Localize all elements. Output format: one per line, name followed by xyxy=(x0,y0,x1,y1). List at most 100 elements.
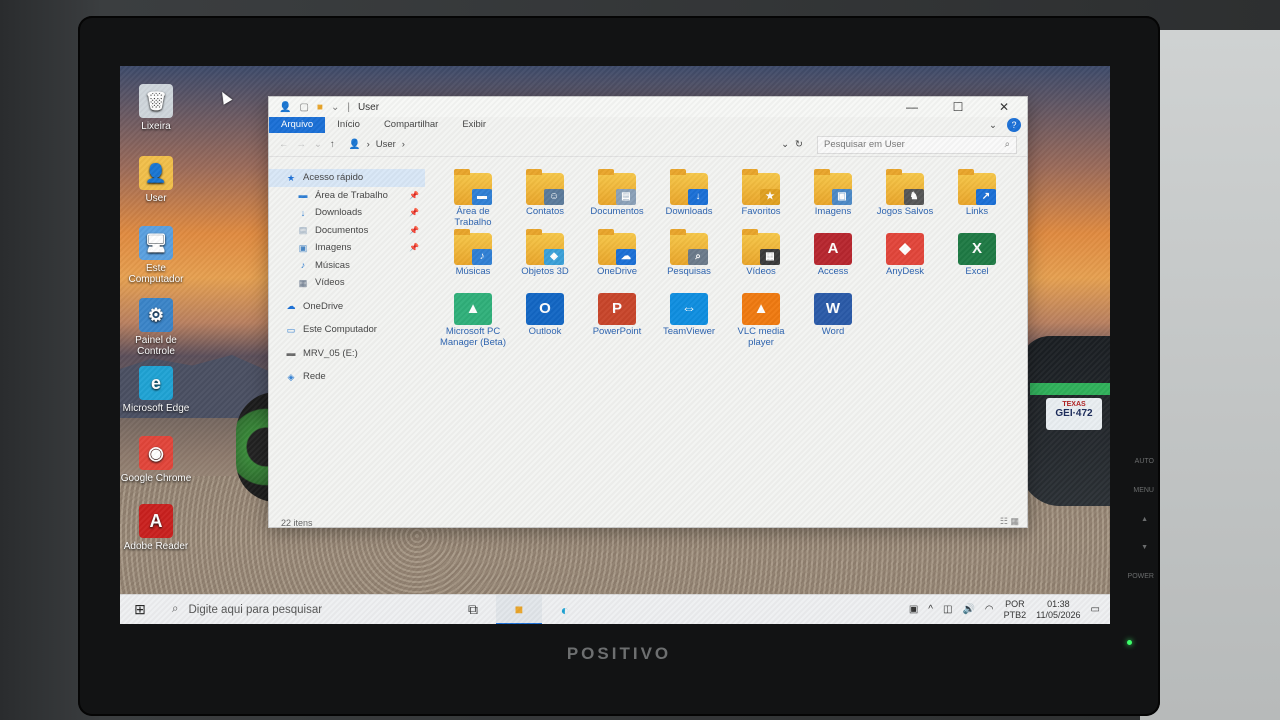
item-music-folder[interactable]: ♪ Músicas xyxy=(437,229,509,293)
forward-icon[interactable]: → xyxy=(297,139,307,150)
item-label: Excel xyxy=(965,266,989,277)
breadcrumb-user[interactable]: User xyxy=(376,139,396,150)
item-videos-folder[interactable]: ▦ Vídeos xyxy=(725,229,797,293)
title-bar[interactable]: 👤 ▢ ■ ⌄ | User — ☐ ✕ xyxy=(269,97,1027,117)
item-links-folder[interactable]: ↗ Links xyxy=(941,169,1013,233)
meet-now-icon[interactable]: ◫ xyxy=(943,604,952,615)
taskbar-edge[interactable]: ◐ xyxy=(542,595,588,625)
item-favorites-folder[interactable]: ★ Favoritos xyxy=(725,169,797,233)
nav-item-images[interactable]: ▣ Imagens 📌 xyxy=(269,239,425,257)
refresh-icon[interactable]: ↻ xyxy=(795,139,803,150)
nav-item-documents[interactable]: ▤ Documentos 📌 xyxy=(269,222,425,240)
item-label: AnyDesk xyxy=(885,266,924,277)
item-searches-folder[interactable]: ⌕ Pesquisas xyxy=(653,229,725,293)
monitor-button-power[interactable]: POWER xyxy=(1128,573,1154,580)
nav-item-desktop[interactable]: ▬ Área de Trabalho 📌 xyxy=(269,187,425,205)
nav-item-videos[interactable]: ▦ Vídeos xyxy=(269,274,425,292)
address-bar[interactable]: 👤 › User › ⌄ ↻ xyxy=(343,136,809,154)
notifications-icon[interactable]: ▭ xyxy=(1091,604,1100,615)
taskbar-search-input[interactable]: Digite aqui para pesquisar xyxy=(188,604,322,616)
wifi-icon[interactable]: ◠ xyxy=(985,604,994,615)
input-language[interactable]: POR PTB2 xyxy=(1004,599,1027,621)
minimize-button[interactable]: — xyxy=(889,97,935,117)
item-teamviewer[interactable]: ⇔ TeamViewer xyxy=(653,293,725,353)
new-folder-icon[interactable]: ■ xyxy=(317,102,323,113)
expand-ribbon-icon[interactable]: ⌄ xyxy=(989,120,997,131)
pc-manager-tray-icon[interactable]: ▣ xyxy=(909,604,918,615)
items-grid: ▬ Área de Trabalho ☺ Contatos ▤ Documentos ↓ Do… xyxy=(437,169,1027,353)
taskbar-file-explorer[interactable]: ■ xyxy=(496,594,542,624)
tab-compartilhar[interactable]: Compartilhar xyxy=(372,117,450,133)
show-hidden-icons[interactable]: ^ xyxy=(928,604,933,615)
volume-icon[interactable]: 🔊 xyxy=(962,604,974,615)
desktop-icon-label: User xyxy=(145,193,167,204)
chevron-down-icon[interactable]: ⌄ xyxy=(331,102,339,113)
up-icon[interactable]: ↑ xyxy=(330,139,335,150)
drive-icon: ▬ xyxy=(286,348,296,359)
item-excel[interactable]: X Excel xyxy=(941,233,1013,293)
nav-item-network[interactable]: ◈ Rede xyxy=(269,368,425,386)
item-vlc[interactable]: ▲ VLC media player xyxy=(725,293,797,353)
user-icon: 👤 xyxy=(279,101,292,113)
nav-item-drive[interactable]: ▬ MRV_05 (E:) xyxy=(269,345,425,363)
monitor-button-up[interactable]: ▲ xyxy=(1141,516,1148,523)
tab-arquivo[interactable]: Arquivo xyxy=(269,117,326,133)
mouse-cursor xyxy=(217,89,233,105)
maximize-button[interactable]: ☐ xyxy=(935,97,981,117)
properties-icon[interactable]: ▢ xyxy=(299,102,308,113)
item-label: Favoritos xyxy=(741,206,781,217)
item-powerpoint[interactable]: P PowerPoint xyxy=(581,293,653,353)
desktop-icon-label: Google Chrome xyxy=(120,473,192,484)
nav-item-label: Músicas xyxy=(315,259,350,271)
folder-badge-icon: ↗ xyxy=(976,189,996,205)
desktop-icon-edge[interactable]: e Microsoft Edge xyxy=(120,366,192,414)
monitor-button-menu[interactable]: MENU xyxy=(1133,487,1154,494)
desktop-icon-recycle-bin[interactable]: 🗑 Lixeira xyxy=(120,84,192,132)
folder-badge-icon: ▬ xyxy=(472,189,492,205)
item-outlook[interactable]: O Outlook xyxy=(509,293,581,353)
status-item-count: 22 itens xyxy=(281,518,313,528)
help-button[interactable]: ? xyxy=(1007,118,1021,132)
nav-item-onedrive[interactable]: ☁ OneDrive xyxy=(269,298,425,316)
recent-locations-icon[interactable]: ⌄ xyxy=(314,139,322,150)
item-access[interactable]: A Access xyxy=(797,233,869,293)
desktop-icon-user-folder[interactable]: 👤 User xyxy=(120,156,192,204)
music-icon: ♪ xyxy=(300,260,306,271)
monitor-button-down[interactable]: ▼ xyxy=(1141,544,1148,551)
search-icon: ⌕ xyxy=(1004,139,1010,150)
close-button[interactable]: ✕ xyxy=(981,97,1027,117)
task-view-button[interactable]: ⧉ xyxy=(450,595,496,625)
address-dropdown-icon[interactable]: ⌄ xyxy=(781,139,789,150)
tab-exibir[interactable]: Exibir xyxy=(450,117,498,133)
search-box[interactable]: Pesquisar em User ⌕ xyxy=(817,135,1017,154)
item-images-folder[interactable]: ▣ Imagens xyxy=(797,169,869,233)
desktop-icon-computer[interactable]: 🖥 Este Computador xyxy=(120,226,192,285)
desktop-icon-adobe-reader[interactable]: A Adobe Reader xyxy=(120,504,192,552)
nav-item-download[interactable]: ↓ Downloads 📌 xyxy=(269,204,425,222)
item-desktop-folder[interactable]: ▬ Área de Trabalho xyxy=(437,169,509,233)
item-contacts-folder[interactable]: ☺ Contatos xyxy=(509,169,581,233)
nav-item-label: Rede xyxy=(303,371,326,383)
item-anydesk[interactable]: ◆ AnyDesk xyxy=(869,233,941,293)
desktop-icon-control-panel[interactable]: ⚙ Painel de Controle xyxy=(120,298,192,357)
item-documents-folder[interactable]: ▤ Documentos xyxy=(581,169,653,233)
file-explorer-window[interactable]: 👤 ▢ ■ ⌄ | User — ☐ ✕ Arquivo Início Comp… xyxy=(268,96,1028,528)
back-icon[interactable]: ← xyxy=(279,139,289,150)
item-downloads-folder[interactable]: ↓ Downloads xyxy=(653,169,725,233)
item-word[interactable]: W Word xyxy=(797,293,869,353)
tab-inicio[interactable]: Início xyxy=(325,117,372,133)
item-pc-manager[interactable]: ▲ Microsoft PC Manager (Beta) xyxy=(437,293,509,353)
search-input[interactable]: Pesquisar em User xyxy=(824,139,905,150)
item-3d-objects-folder[interactable]: ◆ Objetos 3D xyxy=(509,229,581,293)
nav-item-music[interactable]: ♪ Músicas xyxy=(269,257,425,275)
view-toggle-buttons[interactable]: ☷ ▦ xyxy=(1000,516,1019,527)
nav-item-computer[interactable]: ▭ Este Computador xyxy=(269,321,425,339)
monitor-button-auto[interactable]: AUTO xyxy=(1135,458,1154,465)
desktop-icon-chrome[interactable]: ◉ Google Chrome xyxy=(120,436,192,484)
item-saved-games-folder[interactable]: ♞ Jogos Salvos xyxy=(869,169,941,233)
item-onedrive-folder[interactable]: ☁ OneDrive xyxy=(581,229,653,293)
taskbar-search[interactable]: ⌕ Digite aqui para pesquisar xyxy=(160,595,450,625)
start-button[interactable]: ⊞ xyxy=(120,595,160,625)
nav-item-star[interactable]: ★ Acesso rápido xyxy=(269,169,425,187)
clock[interactable]: 01:38 11/05/2026 xyxy=(1036,599,1080,621)
